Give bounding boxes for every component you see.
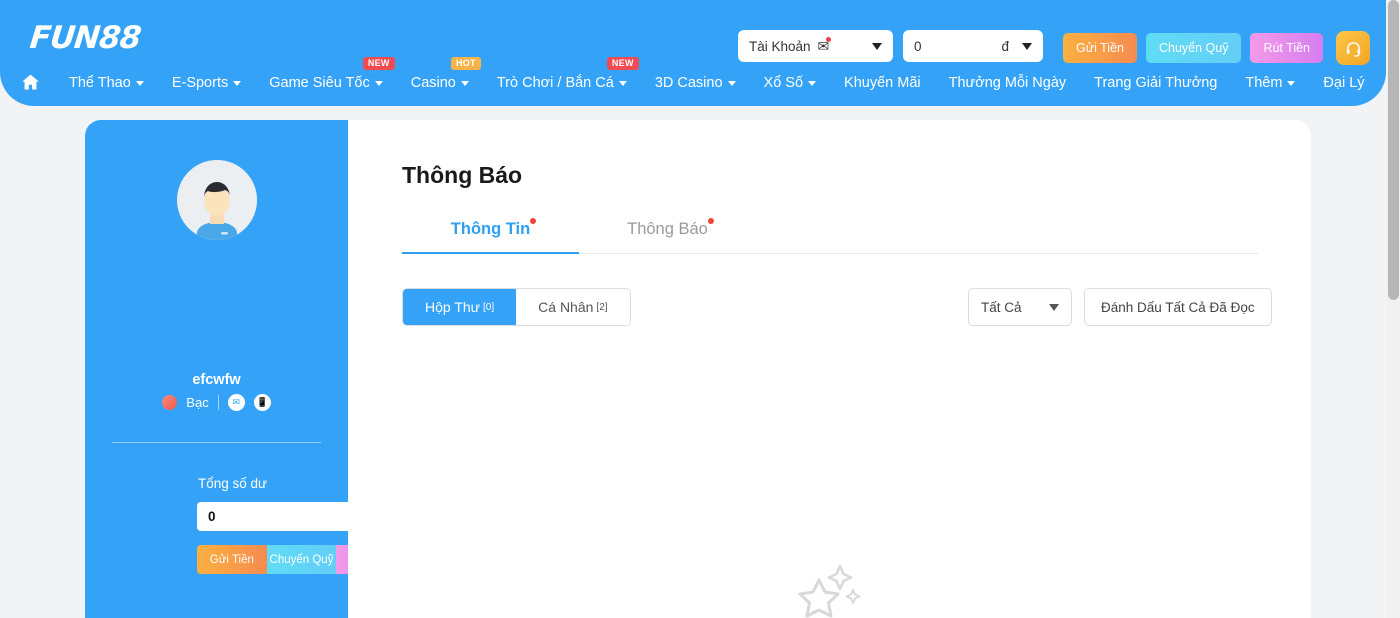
header-action-buttons: Gửi Tiền Chuyển Quỹ Rút Tiền	[1063, 31, 1371, 65]
nav-label: Xổ Số	[763, 74, 804, 91]
nav-label: Trang Giải Thưởng	[1094, 74, 1218, 91]
nav-label: E-Sports	[171, 74, 229, 91]
header-withdraw-button[interactable]: Rút Tiền	[1250, 33, 1324, 63]
chevron-down-icon	[872, 42, 882, 50]
nav-label: Đại Lý	[1323, 74, 1365, 91]
chevron-down-icon	[460, 81, 469, 86]
nav-label: Trò Chơi / Bắn Cá	[496, 74, 614, 91]
tab-thong-bao[interactable]: Thông Báo	[579, 218, 756, 253]
nav-item-them[interactable]: Thêm	[1231, 75, 1309, 91]
sidebar-balance-label: Tổng số dư	[198, 476, 268, 491]
badge-new: NEW	[606, 56, 639, 70]
nav-item-game-sieu-toc[interactable]: NEW Game Siêu Tốc	[255, 56, 396, 91]
nav-item-thuong-moi-ngay[interactable]: Thưởng Mỗi Ngày	[935, 75, 1081, 91]
sidebar-balance-value: 0	[208, 509, 216, 524]
page-title: Thông Báo	[402, 162, 523, 188]
chevron-down-icon	[1022, 42, 1032, 50]
envelope-icon: ✉	[817, 37, 831, 54]
segment-label: Hộp Thư	[425, 299, 481, 315]
sidebar-transfer-button[interactable]: Chuyển Quỹ	[266, 545, 337, 574]
header-deposit-button[interactable]: Gửi Tiền	[1063, 33, 1137, 63]
segment-hop-thu[interactable]: Hộp Thư [0]	[403, 289, 517, 325]
sidebar-rank-row: Bạc ✉ 📱	[85, 394, 348, 411]
content-tabs: Thông Tin Thông Báo	[402, 218, 1258, 254]
chevron-down-icon	[1287, 81, 1296, 86]
tab-label: Thông Báo	[627, 220, 708, 238]
badge-hot: HOT	[450, 56, 481, 70]
nav-item-trang-giai-thuong[interactable]: Trang Giải Thưởng	[1080, 75, 1231, 91]
sidebar-rank-label: Bạc	[186, 395, 209, 410]
nav-item-3d-casino[interactable]: 3D Casino	[641, 75, 750, 91]
nav-item-casino[interactable]: HOT Casino	[397, 56, 483, 91]
sidebar-username: efcwfw	[192, 372, 241, 388]
chevron-down-icon	[618, 81, 627, 86]
nav-label: Game Siêu Tốc	[269, 74, 370, 91]
header-transfer-button[interactable]: Chuyển Quỹ	[1145, 33, 1242, 63]
nav-item-tro-choi-ban-ca[interactable]: NEW Trò Chơi / Bắn Cá	[483, 56, 641, 91]
support-headset-icon[interactable]	[1336, 31, 1371, 65]
main-navigation: Thể Thao E-Sports NEW Game Siêu Tốc HOT …	[20, 56, 1379, 93]
segment-count: [2]	[596, 301, 608, 313]
page-root: FUN88 Tài Khoản ✉ 0 đ Gửi Tiền Chuyển Qu…	[0, 0, 1400, 618]
chevron-down-icon	[808, 81, 817, 86]
page-scrollbar[interactable]	[1386, 0, 1400, 618]
nav-item-xo-so[interactable]: Xổ Số	[750, 75, 831, 91]
nav-label: Thưởng Mỗi Ngày	[948, 74, 1067, 91]
nav-label: Khuyến Mãi	[844, 74, 921, 91]
filter-select-value: Tất Cả	[981, 299, 1022, 315]
account-select[interactable]: Tài Khoản ✉	[738, 30, 893, 62]
nav-item-e-sports[interactable]: E-Sports	[158, 75, 255, 91]
balance-currency: đ	[1001, 38, 1009, 54]
nav-label: 3D Casino	[654, 74, 723, 91]
nav-label: Thêm	[1245, 74, 1283, 91]
segmented-control: Hộp Thư [0] Cá Nhân [2]	[402, 288, 631, 326]
segment-label: Cá Nhân	[538, 299, 594, 315]
divider	[217, 395, 219, 410]
nav-label: Thể Thao	[69, 74, 131, 91]
nav-item-dai-ly[interactable]: Đại Lý	[1309, 75, 1378, 91]
main-content: Thông Báo Thông Tin Thông Báo Hộp Thư [0…	[348, 120, 1311, 618]
scrollbar-thumb[interactable]	[1388, 0, 1399, 300]
mark-all-read-button[interactable]: Đánh Dấu Tất Cả Đã Đọc	[1084, 288, 1272, 326]
nav-item-khuyen-mai[interactable]: Khuyến Mãi	[830, 75, 935, 91]
badge-new: NEW	[362, 56, 395, 70]
mobile-icon[interactable]: 📱	[253, 394, 271, 411]
chevron-down-icon	[233, 81, 242, 86]
account-select-label: Tài Khoản	[749, 38, 811, 54]
rank-medal-icon	[162, 395, 178, 410]
site-header: FUN88 Tài Khoản ✉ 0 đ Gửi Tiền Chuyển Qu…	[0, 0, 1386, 106]
filter-select[interactable]: Tất Cả	[968, 288, 1072, 326]
segment-count: [0]	[483, 301, 495, 313]
account-sidebar: efcwfw Bạc ✉ 📱 Tổng số dư 0 đ Gửi Tiền C…	[85, 120, 406, 618]
empty-state	[795, 560, 865, 618]
notification-dot	[530, 218, 537, 224]
envelope-icon[interactable]: ✉	[227, 394, 245, 411]
chevron-down-icon	[135, 81, 144, 86]
chevron-down-icon	[374, 81, 383, 86]
content-toolbar: Tất Cả Đánh Dấu Tất Cả Đã Đọc	[968, 288, 1272, 326]
star-sparkle-icon	[798, 564, 860, 618]
chevron-down-icon	[727, 81, 736, 86]
notification-dot	[707, 218, 714, 224]
tab-label: Thông Tin	[450, 220, 531, 238]
divider	[112, 442, 321, 443]
home-icon[interactable]	[20, 72, 55, 93]
balance-select[interactable]: 0 đ	[903, 30, 1043, 62]
nav-label: Casino	[410, 74, 456, 91]
segment-ca-nhan[interactable]: Cá Nhân [2]	[516, 289, 630, 325]
balance-select-value: 0	[914, 38, 922, 54]
chevron-down-icon	[1049, 303, 1059, 311]
tab-thong-tin[interactable]: Thông Tin	[402, 218, 579, 254]
avatar[interactable]	[176, 160, 257, 240]
sidebar-deposit-button[interactable]: Gửi Tiền	[197, 545, 267, 574]
nav-item-the-thao[interactable]: Thể Thao	[55, 75, 158, 91]
brand-logo[interactable]: FUN88	[28, 20, 142, 56]
account-controls: Tài Khoản ✉ 0 đ	[738, 30, 1043, 62]
